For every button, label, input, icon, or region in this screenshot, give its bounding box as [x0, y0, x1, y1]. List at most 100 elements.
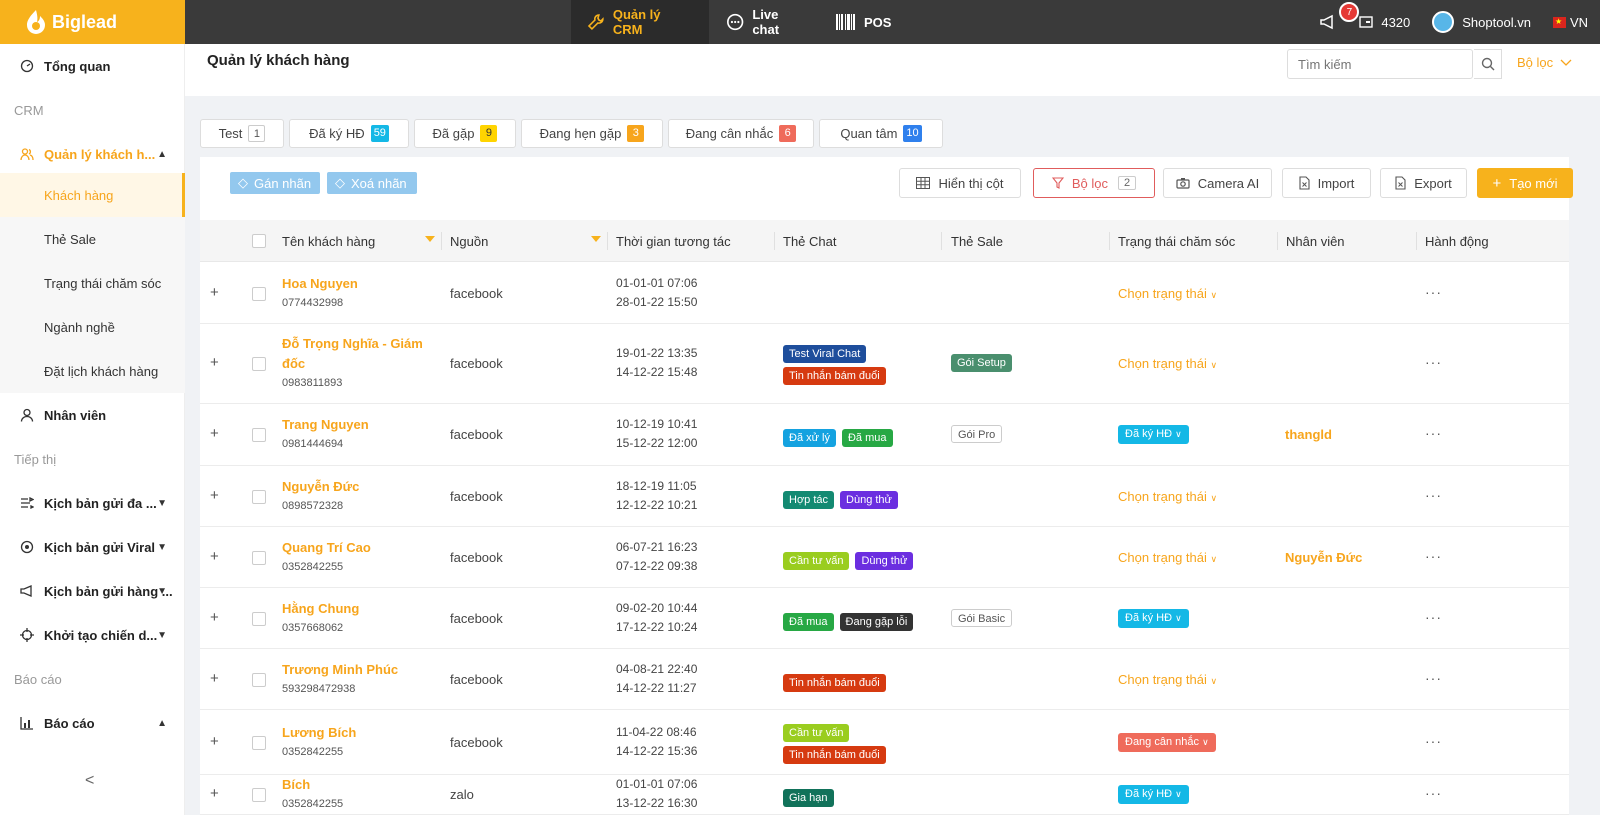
status-dropdown[interactable]: Chọn trạng thái ∨ — [1118, 356, 1217, 371]
sale-tag[interactable]: Gói Basic — [951, 608, 1013, 627]
sidebar-item-bulk-script[interactable]: Kịch bản gửi hàng ... ▼ — [0, 569, 185, 613]
table-row[interactable]: + Quang Trí Cao 0352842255 facebook 06-07-21… — [200, 527, 1569, 588]
staff-name[interactable]: thangld — [1285, 427, 1332, 442]
tab-interested[interactable]: Quan tâm 10 — [819, 119, 943, 148]
camera-ai-button[interactable]: Camera AI — [1163, 168, 1272, 198]
row-checkbox[interactable] — [252, 428, 266, 442]
chat-tag[interactable]: Tin nhắn bám đuổi — [783, 673, 886, 692]
search-button[interactable] — [1474, 49, 1502, 79]
credit-balance[interactable]: 4320 — [1359, 15, 1410, 30]
sidebar-item-customers[interactable]: Khách hàng — [0, 173, 185, 217]
more-actions-button[interactable]: ··· — [1425, 284, 1442, 300]
chat-tag[interactable]: Tin nhắn bám đuổi — [783, 367, 886, 385]
sidebar-item-campaign[interactable]: Khởi tạo chiến d... ▼ — [0, 613, 185, 657]
sidebar-item-multi-script[interactable]: Kịch bản gửi đa ... ▼ — [0, 481, 185, 525]
account-menu[interactable]: Shoptool.vn — [1432, 11, 1531, 33]
more-actions-button[interactable]: ··· — [1425, 425, 1442, 441]
tab-appointment[interactable]: Đang hẹn gặp 3 — [521, 119, 663, 148]
sidebar-item-staff[interactable]: Nhân viên — [0, 393, 185, 437]
nav-livechat[interactable]: Live chat — [710, 0, 820, 44]
expand-row-button[interactable]: + — [210, 548, 219, 565]
col-header-sale-tags[interactable]: Thẻ Sale — [951, 220, 1003, 262]
more-actions-button[interactable]: ··· — [1425, 354, 1442, 370]
remove-label-button[interactable]: ◇ Xoá nhãn — [327, 172, 417, 194]
status-dropdown[interactable]: Chọn trạng thái ∨ — [1118, 550, 1217, 565]
sidebar-item-appointments[interactable]: Đặt lịch khách hàng — [0, 349, 185, 393]
nav-pos[interactable]: POS — [820, 0, 910, 44]
add-label-button[interactable]: ◇ Gán nhãn — [230, 172, 320, 194]
table-row[interactable]: + Lương Bích 0352842255 facebook 11-04-22 08… — [200, 710, 1569, 775]
status-dropdown[interactable]: Chọn trạng thái ∨ — [1118, 286, 1217, 301]
more-actions-button[interactable]: ··· — [1425, 609, 1442, 625]
filter-button[interactable]: Bộ lọc 2 — [1033, 168, 1155, 198]
more-actions-button[interactable]: ··· — [1425, 670, 1442, 686]
chat-tag[interactable]: Gia hạn — [783, 789, 834, 807]
table-row[interactable]: + Hoa Nguyen 0774432998 facebook 01-01-01 07… — [200, 263, 1569, 324]
staff-name[interactable]: Nguyễn Đức — [1285, 550, 1362, 565]
table-row[interactable]: + Trang Nguyen 0981444694 facebook 10-12-19 … — [200, 404, 1569, 466]
tab-test[interactable]: Test 1 — [200, 119, 284, 148]
sidebar-item-industry[interactable]: Ngành nghề — [0, 305, 185, 349]
notification-button[interactable]: 7 — [1319, 2, 1360, 30]
chat-tag[interactable]: Test Viral Chat — [783, 345, 867, 363]
import-button[interactable]: Import — [1282, 168, 1371, 198]
customer-name-link[interactable]: Bích — [282, 775, 432, 795]
sidebar-item-report[interactable]: Báo cáo ▲ — [0, 701, 185, 745]
expand-row-button[interactable]: + — [210, 609, 219, 626]
language-switch[interactable]: VN — [1552, 15, 1588, 30]
row-checkbox[interactable] — [252, 672, 266, 687]
status-dropdown[interactable]: Đang cân nhắc ∨ — [1118, 732, 1216, 752]
more-actions-button[interactable]: ··· — [1425, 785, 1442, 801]
expand-row-button[interactable]: + — [210, 284, 219, 301]
tab-signed[interactable]: Đã ký HĐ 59 — [289, 119, 409, 148]
chat-tag[interactable]: Đã xử lý — [783, 429, 836, 447]
chat-tag[interactable]: Tin nhắn bám đuổi — [783, 745, 886, 764]
sidebar-item-sale-tags[interactable]: Thẻ Sale — [0, 217, 185, 261]
sidebar-item-overview[interactable]: Tổng quan — [0, 44, 185, 88]
row-checkbox[interactable] — [252, 357, 266, 371]
chat-tag[interactable]: Cần tư vấn — [783, 551, 850, 570]
sidebar-item-viral-script[interactable]: Kịch bản gửi Viral ▼ — [0, 525, 185, 569]
customer-name-link[interactable]: Nguyễn Đức — [282, 477, 432, 497]
table-row[interactable]: + Hằng Chung 0357668062 facebook 09-02-20 10… — [200, 588, 1569, 649]
chat-tag[interactable]: Cần tư vấn — [783, 723, 850, 742]
chat-tag[interactable]: Dùng thử — [840, 490, 898, 509]
col-header-interaction-time[interactable]: Thời gian tương tác — [616, 220, 731, 262]
col-header-chat-tags[interactable]: Thẻ Chat — [783, 220, 836, 262]
more-actions-button[interactable]: ··· — [1425, 733, 1442, 749]
header-filter-link[interactable]: Bộ lọc — [1517, 55, 1573, 70]
table-row[interactable]: + Bích 0352842255 zalo 01-01-01 07:06 13-12-2… — [200, 775, 1569, 815]
chat-tag[interactable]: Dùng thử — [855, 551, 914, 570]
table-row[interactable]: + Nguyễn Đức 0898572328 facebook 18-12-19 11… — [200, 466, 1569, 527]
tab-met[interactable]: Đã gặp 9 — [414, 119, 516, 148]
row-checkbox[interactable] — [252, 611, 266, 626]
more-actions-button[interactable]: ··· — [1425, 487, 1442, 503]
chat-tag[interactable]: Đang gặp lỗi — [839, 612, 914, 631]
chat-tag[interactable]: Hợp tác — [783, 490, 835, 509]
status-dropdown[interactable]: Đã ký HĐ ∨ — [1118, 425, 1189, 444]
sidebar-item-customer-management[interactable]: Quản lý khách h... ▲ — [0, 132, 185, 176]
filter-triangle-icon[interactable] — [591, 236, 601, 242]
chat-tag[interactable]: Đã mua — [841, 429, 893, 447]
chat-tag[interactable]: Đã mua — [783, 612, 834, 631]
col-header-staff[interactable]: Nhân viên — [1286, 220, 1345, 262]
more-actions-button[interactable]: ··· — [1425, 548, 1442, 564]
row-checkbox[interactable] — [252, 788, 266, 802]
col-header-source[interactable]: Nguồn — [450, 220, 488, 262]
select-all-checkbox[interactable] — [252, 220, 266, 262]
status-dropdown[interactable]: Đã ký HĐ ∨ — [1118, 785, 1189, 804]
sale-tag[interactable]: Gói Pro — [951, 425, 1003, 443]
status-dropdown[interactable]: Đã ký HĐ ∨ — [1118, 608, 1189, 628]
expand-row-button[interactable]: + — [210, 785, 219, 802]
logo[interactable]: Biglead — [0, 0, 185, 44]
row-checkbox[interactable] — [252, 489, 266, 504]
row-checkbox[interactable] — [252, 735, 266, 750]
customer-name-link[interactable]: Trương Minh Phúc — [282, 660, 432, 680]
col-header-care-status[interactable]: Trạng thái chăm sóc — [1118, 220, 1235, 262]
row-checkbox[interactable] — [252, 550, 266, 565]
customer-name-link[interactable]: Lương Bích — [282, 723, 432, 743]
expand-row-button[interactable]: + — [210, 733, 219, 750]
export-button[interactable]: Export — [1380, 168, 1467, 198]
customer-name-link[interactable]: Quang Trí Cao — [282, 538, 432, 558]
expand-row-button[interactable]: + — [210, 354, 219, 371]
